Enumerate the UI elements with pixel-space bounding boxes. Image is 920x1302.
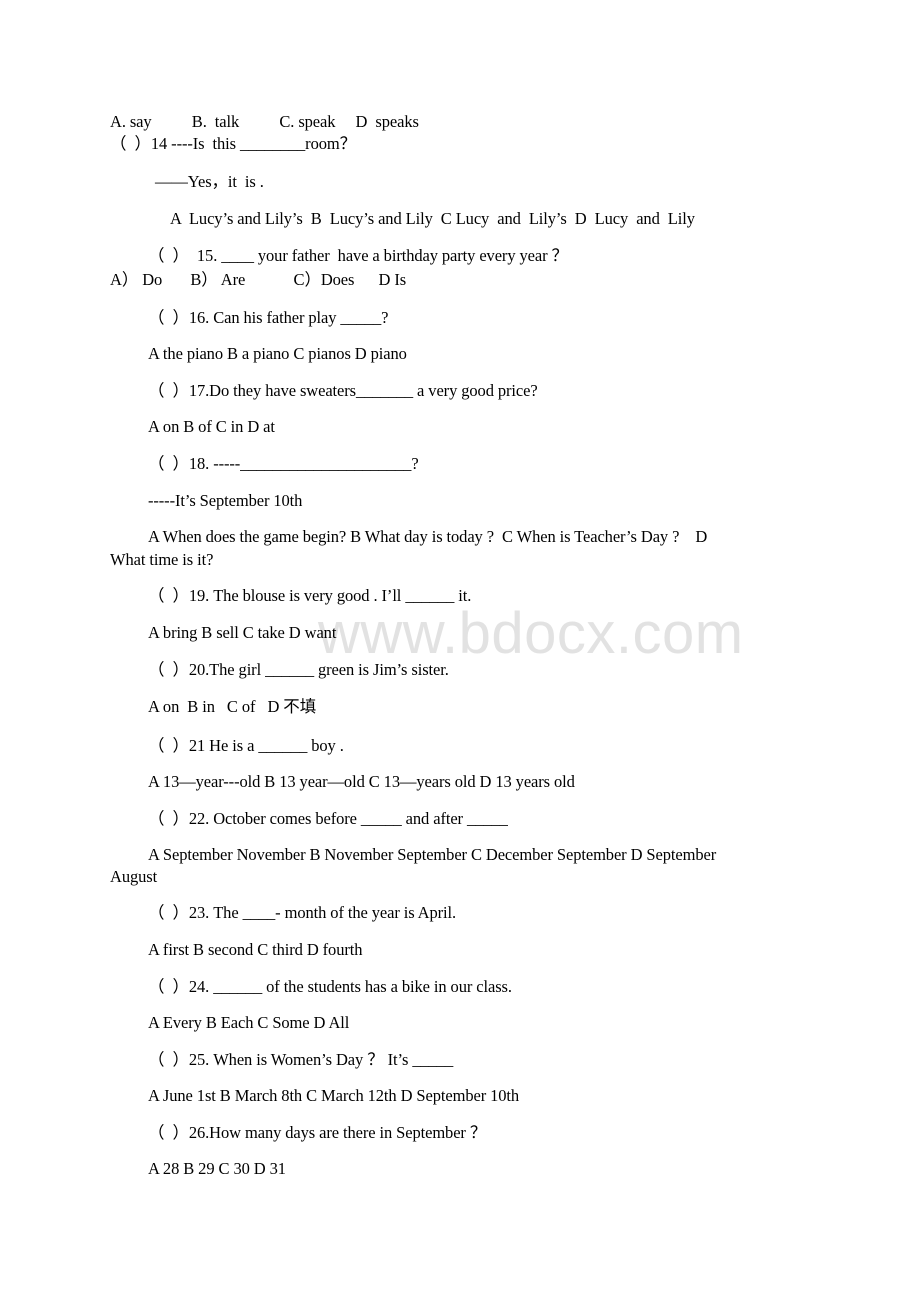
q22-options: A September November B November Septembe… <box>148 845 717 864</box>
q18-options: A When does the game begin? B What day i… <box>148 527 708 546</box>
q25-question: （ ）25. When is Women’s Day ？ It’s _____ <box>148 1050 454 1069</box>
q16-options: A the piano B a piano C pianos D piano <box>148 344 407 363</box>
q17-question: （ ）17.Do they have sweaters_______ a ver… <box>148 381 538 400</box>
q22-options-cont: August <box>110 867 158 886</box>
q23-question: （ ）23. The ____- month of the year is Ap… <box>148 903 457 922</box>
q15-question: （ ） 15. ____ your father have a birthday… <box>148 246 568 265</box>
q14-options: A Lucy’s and Lily’s B Lucy’s and Lily C … <box>170 209 695 228</box>
q14-answer-line: ——Yes，it is . <box>155 172 264 191</box>
q20-question: （ ）20.The girl ______ green is Jim’s sis… <box>148 660 449 679</box>
q26-options: A 28 B 29 C 30 D 31 <box>148 1159 286 1178</box>
watermark: www.bdocx.com <box>318 601 744 666</box>
q18-options-cont: What time is it? <box>110 550 214 569</box>
q16-question: （ ）16. Can his father play _____? <box>148 308 389 327</box>
q25-options: A June 1st B March 8th C March 12th D Se… <box>148 1086 520 1105</box>
q15-options: A） Do B） Are C）Does D Is <box>110 270 407 289</box>
q24-question: （ ）24. ______ of the students has a bike… <box>148 977 512 996</box>
document-page: www.bdocx.com A. say B. talk C. speak D … <box>0 0 920 1302</box>
q19-question: （ ）19. The blouse is very good . I’ll __… <box>148 586 472 605</box>
q18-question: （ ）18. -----_____________________? <box>148 454 419 473</box>
q13-options: A. say B. talk C. speak D speaks <box>110 112 419 131</box>
q23-options: A first B second C third D fourth <box>148 940 363 959</box>
q18-answer-line: -----It’s September 10th <box>148 491 303 510</box>
q17-options: A on B of C in D at <box>148 417 275 436</box>
q21-options: A 13—year---old B 13 year—old C 13—years… <box>148 772 575 791</box>
q21-question: （ ）21 He is a ______ boy . <box>148 736 344 755</box>
q22-question: （ ）22. October comes before _____ and af… <box>148 809 508 828</box>
q14-question: （ ）14 ----Is this ________room？ <box>110 134 357 153</box>
q24-options: A Every B Each C Some D All <box>148 1013 350 1032</box>
q19-options: A bring B sell C take D want <box>148 623 337 642</box>
q20-options: A on B in C of D 不填 <box>148 697 317 716</box>
q26-question: （ ）26.How many days are there in Septemb… <box>148 1123 487 1142</box>
